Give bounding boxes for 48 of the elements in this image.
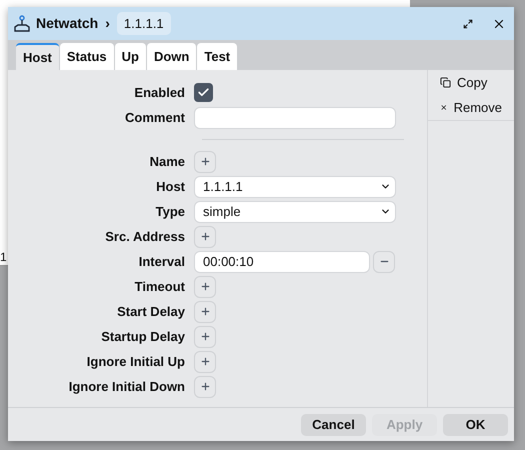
field-label: Host	[155, 178, 186, 196]
field-label: Timeout	[134, 278, 186, 296]
check-icon	[197, 86, 210, 99]
copy-icon	[440, 77, 451, 88]
field-label: Src. Address	[104, 228, 186, 246]
add-button[interactable]	[194, 326, 216, 348]
tab[interactable]: Test	[197, 43, 238, 70]
field-label: Start Delay	[116, 302, 186, 321]
field-label: Ignore Initial Up	[86, 352, 186, 371]
action-button[interactable]: Remove	[440, 98, 502, 117]
field-label: Name	[148, 152, 186, 171]
add-button[interactable]	[194, 276, 216, 298]
tab[interactable]: Host	[16, 43, 59, 70]
tab[interactable]: Down	[146, 43, 196, 70]
text-field[interactable]: 00:00:10	[194, 250, 370, 272]
plus-icon	[200, 156, 210, 167]
action-button[interactable]: Copy	[440, 73, 502, 92]
text-field[interactable]	[194, 106, 396, 128]
field-label: Type	[154, 202, 186, 221]
maximize-icon[interactable]	[463, 18, 473, 28]
window-title: Netwatch	[36, 14, 98, 33]
add-button[interactable]	[194, 350, 216, 372]
plus-icon	[200, 281, 210, 292]
add-button[interactable]	[194, 376, 216, 398]
field-label: Enabled	[133, 84, 186, 102]
select-field[interactable]: simple	[194, 200, 396, 222]
app-icon	[13, 14, 31, 32]
add-button[interactable]	[194, 150, 216, 172]
breadcrumb-separator: ›	[105, 14, 110, 33]
enabled-checkbox[interactable]	[194, 83, 213, 102]
select-field[interactable]: 1.1.1.1	[194, 176, 396, 198]
tab[interactable]: Status	[60, 43, 114, 70]
dialog-button[interactable]: Cancel	[301, 414, 366, 436]
background-text: 1	[0, 249, 7, 266]
field-label: Ignore Initial Down	[68, 378, 186, 396]
add-button[interactable]	[194, 300, 216, 322]
plus-icon	[200, 306, 210, 317]
plus-icon	[200, 231, 210, 242]
dialog-button[interactable]: OK	[443, 414, 508, 436]
plus-icon	[200, 356, 210, 367]
add-button[interactable]	[194, 226, 216, 248]
plus-icon	[200, 331, 210, 342]
tab[interactable]: Up	[114, 43, 146, 70]
field-label: Startup Delay	[100, 328, 186, 346]
field-label: Comment	[124, 108, 186, 127]
item-chip: 1.1.1.1	[116, 12, 171, 36]
field-label: Interval	[138, 252, 186, 271]
plus-icon	[200, 381, 210, 392]
